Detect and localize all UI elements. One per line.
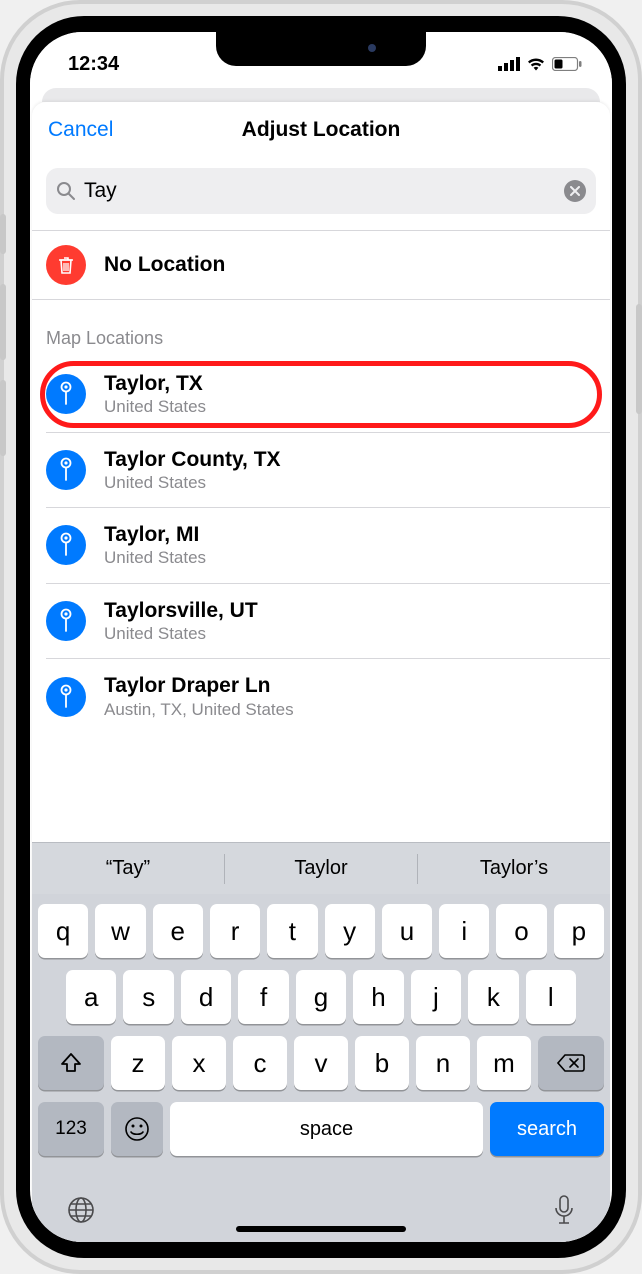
- backspace-icon: [557, 1052, 585, 1074]
- cancel-button[interactable]: Cancel: [48, 118, 113, 142]
- location-title: Taylor, TX: [104, 371, 596, 396]
- key-q[interactable]: q: [38, 904, 88, 958]
- clear-search-button[interactable]: [564, 180, 586, 202]
- search-icon: [56, 181, 76, 201]
- wifi-icon: [526, 57, 546, 71]
- location-sub: United States: [104, 624, 596, 644]
- trash-pin-icon: [46, 245, 86, 285]
- map-pin-icon: [46, 374, 86, 414]
- key-u[interactable]: u: [382, 904, 432, 958]
- map-pin-icon: [46, 450, 86, 490]
- location-sub: Austin, TX, United States: [104, 700, 596, 720]
- key-r[interactable]: r: [210, 904, 260, 958]
- key-w[interactable]: w: [95, 904, 145, 958]
- key-c[interactable]: c: [233, 1036, 287, 1090]
- search-text: Tay: [84, 179, 556, 203]
- key-s[interactable]: s: [123, 970, 173, 1024]
- dictation-icon[interactable]: [552, 1194, 576, 1226]
- location-row[interactable]: Taylorsville, UT United States: [32, 584, 610, 659]
- location-row[interactable]: Taylor Draper Ln Austin, TX, United Stat…: [32, 659, 610, 726]
- location-sub: United States: [104, 473, 596, 493]
- nav-bar: Cancel Adjust Location: [32, 102, 610, 158]
- results-list: No Location Map Locations Taylor, TX Uni…: [32, 230, 610, 842]
- keyboard-bottom-bar: [32, 1172, 610, 1232]
- map-pin-icon: [46, 525, 86, 565]
- key-k[interactable]: k: [468, 970, 518, 1024]
- location-title: Taylor Draper Ln: [104, 673, 596, 698]
- keyboard: “Tay” Taylor Taylor’s q w e r t: [32, 842, 610, 1242]
- key-n[interactable]: n: [416, 1036, 470, 1090]
- key-row: a s d f g h j k l: [38, 970, 604, 1024]
- key-l[interactable]: l: [526, 970, 576, 1024]
- search-input[interactable]: Tay: [46, 168, 596, 214]
- shift-icon: [59, 1051, 83, 1075]
- emoji-key[interactable]: [111, 1102, 163, 1156]
- globe-icon[interactable]: [66, 1195, 96, 1225]
- close-icon: [570, 186, 580, 196]
- key-j[interactable]: j: [411, 970, 461, 1024]
- cellular-icon: [498, 57, 520, 71]
- space-key[interactable]: space: [170, 1102, 483, 1156]
- search-key[interactable]: search: [490, 1102, 604, 1156]
- key-g[interactable]: g: [296, 970, 346, 1024]
- status-time: 12:34: [68, 53, 119, 76]
- backspace-key[interactable]: [538, 1036, 604, 1090]
- location-row[interactable]: Taylor, MI United States: [32, 508, 610, 583]
- map-pin-icon: [46, 601, 86, 641]
- suggestion[interactable]: Taylor’s: [418, 857, 610, 880]
- shift-key[interactable]: [38, 1036, 104, 1090]
- key-f[interactable]: f: [238, 970, 288, 1024]
- suggestion-bar: “Tay” Taylor Taylor’s: [32, 842, 610, 894]
- location-row[interactable]: Taylor County, TX United States: [32, 433, 610, 508]
- key-row: q w e r t y u i o p: [38, 904, 604, 958]
- key-a[interactable]: a: [66, 970, 116, 1024]
- status-icons: [498, 57, 582, 71]
- modal-sheet: Cancel Adjust Location Tay: [32, 102, 610, 1242]
- page-title: Adjust Location: [242, 118, 401, 142]
- key-t[interactable]: t: [267, 904, 317, 958]
- location-title: Taylor County, TX: [104, 447, 596, 472]
- key-x[interactable]: x: [172, 1036, 226, 1090]
- suggestion[interactable]: “Tay”: [32, 857, 224, 880]
- no-location-label: No Location: [104, 252, 596, 277]
- key-p[interactable]: p: [554, 904, 604, 958]
- key-h[interactable]: h: [353, 970, 403, 1024]
- section-header: Map Locations: [32, 300, 610, 357]
- location-sub: United States: [104, 397, 596, 417]
- map-pin-icon: [46, 677, 86, 717]
- key-row: 123 space search: [38, 1102, 604, 1156]
- emoji-icon: [124, 1116, 150, 1142]
- key-z[interactable]: z: [111, 1036, 165, 1090]
- key-b[interactable]: b: [355, 1036, 409, 1090]
- numbers-key[interactable]: 123: [38, 1102, 104, 1156]
- location-title: Taylorsville, UT: [104, 598, 596, 623]
- key-i[interactable]: i: [439, 904, 489, 958]
- no-location-row[interactable]: No Location: [32, 231, 610, 299]
- home-indicator[interactable]: [236, 1226, 406, 1232]
- key-y[interactable]: y: [325, 904, 375, 958]
- battery-icon: [552, 57, 582, 71]
- suggestion[interactable]: Taylor: [225, 857, 417, 880]
- key-d[interactable]: d: [181, 970, 231, 1024]
- location-title: Taylor, MI: [104, 522, 596, 547]
- location-row[interactable]: Taylor, TX United States: [32, 357, 610, 432]
- key-row: z x c v b n m: [38, 1036, 604, 1090]
- key-o[interactable]: o: [496, 904, 546, 958]
- location-sub: United States: [104, 548, 596, 568]
- background-card: [42, 88, 600, 102]
- key-e[interactable]: e: [153, 904, 203, 958]
- key-m[interactable]: m: [477, 1036, 531, 1090]
- key-v[interactable]: v: [294, 1036, 348, 1090]
